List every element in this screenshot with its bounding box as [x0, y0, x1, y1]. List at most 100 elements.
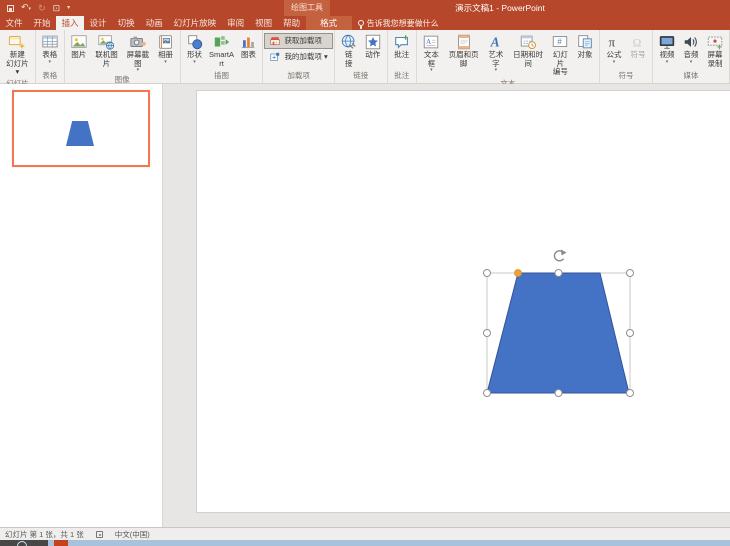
header-footer-button[interactable]: 页眉和页脚	[444, 32, 483, 69]
tab-view[interactable]: 视图	[250, 16, 278, 30]
link-label: 链接	[345, 51, 353, 68]
pictures-icon	[70, 33, 88, 51]
pictures-label: 图片	[71, 51, 86, 60]
tab-format[interactable]: 格式	[306, 16, 352, 30]
pictures-button[interactable]: 图片	[67, 32, 91, 61]
window-title: 演示文稿1 - PowerPoint	[455, 2, 545, 14]
tab-help[interactable]: 帮助	[278, 16, 306, 30]
action-label: 动作	[365, 51, 380, 60]
tab-home[interactable]: 开始	[28, 16, 56, 30]
tell-me-search[interactable]: 告诉我您想要做什么	[352, 16, 445, 30]
status-bar: 幻灯片 第 1 张，共 1 张 中文(中国)	[0, 527, 730, 540]
wordart-button[interactable]: A艺术字▾	[483, 32, 508, 74]
ribbon-group-text: A文本框▾页眉和页脚A艺术字▾日期和时间#幻灯片编号对象文本	[417, 30, 600, 83]
tab-slide-show[interactable]: 幻灯片放映	[168, 16, 222, 30]
screenshot-label: 屏幕截图▾	[124, 51, 151, 73]
shapes-button[interactable]: 形状▾	[183, 32, 207, 66]
action-button[interactable]: 动作	[361, 32, 385, 61]
ribbon-group-images: 图片联机图片屏幕截图▾相册▾图像	[65, 30, 181, 83]
ribbon-group-illustrations: 形状▾SmartArt图表插图	[181, 30, 264, 83]
audio-button[interactable]: 音频▾	[679, 32, 703, 66]
save-icon[interactable]	[7, 5, 14, 12]
equation-label: 公式▾	[607, 51, 622, 65]
slide-number-label: 幻灯片编号	[550, 51, 571, 77]
table-button[interactable]: 表格▾	[38, 32, 62, 66]
accessibility-icon[interactable]	[96, 531, 103, 538]
online-pictures-icon	[97, 33, 115, 51]
wordart-icon: A	[487, 33, 505, 51]
comment-label: 批注	[394, 51, 409, 60]
slide-thumbnail-panel	[0, 84, 163, 527]
redo-icon[interactable]: ↻	[38, 3, 46, 13]
adjust-handle[interactable]	[515, 270, 522, 277]
video-icon	[658, 33, 676, 51]
header-footer-label: 页眉和页脚	[446, 51, 481, 68]
symbol-button[interactable]: Ω符号	[626, 32, 650, 61]
tab-insert[interactable]: 插入	[56, 16, 84, 30]
resize-handle-left[interactable]	[484, 330, 491, 337]
undo-icon[interactable]: ↶▾	[21, 2, 31, 14]
audio-label: 音频▾	[684, 51, 699, 65]
screenshot-button[interactable]: 屏幕截图▾	[122, 32, 153, 74]
slide-thumbnail-1[interactable]	[12, 90, 150, 167]
symbol-label: 符号	[631, 51, 646, 60]
tab-transitions[interactable]: 切换	[112, 16, 140, 30]
smartart-button[interactable]: SmartArt	[207, 32, 237, 69]
new-slide-label: 新建幻灯片 ▾	[4, 51, 31, 77]
my-add-ins-button[interactable]: 我的加载项 ▾	[265, 50, 331, 64]
object-button[interactable]: 对象	[573, 32, 597, 61]
audio-icon	[682, 33, 700, 51]
tab-review[interactable]: 审阅	[222, 16, 250, 30]
svg-text:A: A	[490, 35, 500, 50]
date-time-button[interactable]: 日期和时间	[509, 32, 548, 69]
ribbon-group-symbols: π公式▾Ω符号符号	[600, 30, 653, 83]
ribbon-group-slides: 新建幻灯片 ▾幻灯片	[0, 30, 36, 83]
resize-handle-top[interactable]	[555, 270, 562, 277]
photo-album-button[interactable]: 相册▾	[154, 32, 178, 66]
screen-recording-button[interactable]: 屏幕录制	[703, 32, 727, 69]
symbol-icon: Ω	[629, 33, 647, 51]
resize-handle-bottom-right[interactable]	[627, 390, 634, 397]
customize-quick-access-icon[interactable]: ▾	[67, 3, 70, 13]
video-button[interactable]: 视频▾	[655, 32, 679, 66]
tab-animations[interactable]: 动画	[140, 16, 168, 30]
shapes-label: 形状▾	[187, 51, 202, 65]
group-label-links: 链接	[335, 70, 387, 83]
tab-design[interactable]: 设计	[84, 16, 112, 30]
link-button[interactable]: 链接	[337, 32, 361, 69]
resize-handle-bottom[interactable]	[555, 390, 562, 397]
resize-handle-top-left[interactable]	[484, 270, 491, 277]
context-tool-group-label: 绘图工具	[284, 0, 330, 16]
action-icon	[364, 33, 382, 51]
resize-handle-bottom-left[interactable]	[484, 390, 491, 397]
start-slideshow-icon[interactable]: ⊡	[53, 3, 61, 13]
store-icon	[269, 35, 281, 47]
slide-number-button[interactable]: #幻灯片编号	[548, 32, 573, 78]
cortana-circle-icon	[17, 541, 27, 546]
new-slide-button[interactable]: 新建幻灯片 ▾	[2, 32, 33, 78]
smartart-label: SmartArt	[209, 51, 235, 68]
rotate-handle-icon[interactable]	[554, 250, 566, 261]
get-add-ins-button[interactable]: 获取加载项	[265, 34, 331, 48]
equation-icon: π	[605, 33, 623, 51]
text-box-button[interactable]: A文本框▾	[419, 32, 444, 74]
resize-handle-right[interactable]	[627, 330, 634, 337]
online-pictures-button[interactable]: 联机图片	[91, 32, 122, 69]
ribbon-group-tables: 表格▾ 表格	[36, 30, 65, 83]
equation-button[interactable]: π公式▾	[602, 32, 626, 66]
tab-file[interactable]: 文件	[0, 16, 28, 30]
slide-counter[interactable]: 幻灯片 第 1 张，共 1 张	[5, 529, 84, 540]
trapezoid-shape[interactable]	[487, 273, 629, 393]
resize-handle-top-right[interactable]	[627, 270, 634, 277]
date-time-label: 日期和时间	[511, 51, 546, 68]
comment-button[interactable]: 批注	[390, 32, 414, 61]
table-icon	[41, 33, 59, 51]
photo-album-icon	[157, 33, 175, 51]
comment-icon	[393, 33, 411, 51]
language-indicator[interactable]: 中文(中国)	[115, 529, 150, 540]
group-label-add-ins: 加载项	[263, 70, 333, 83]
tell-me-label: 告诉我您想要做什么	[367, 18, 439, 29]
shapes-icon	[186, 33, 204, 51]
chart-button[interactable]: 图表	[236, 32, 260, 61]
group-label-tables: 表格	[36, 70, 64, 83]
